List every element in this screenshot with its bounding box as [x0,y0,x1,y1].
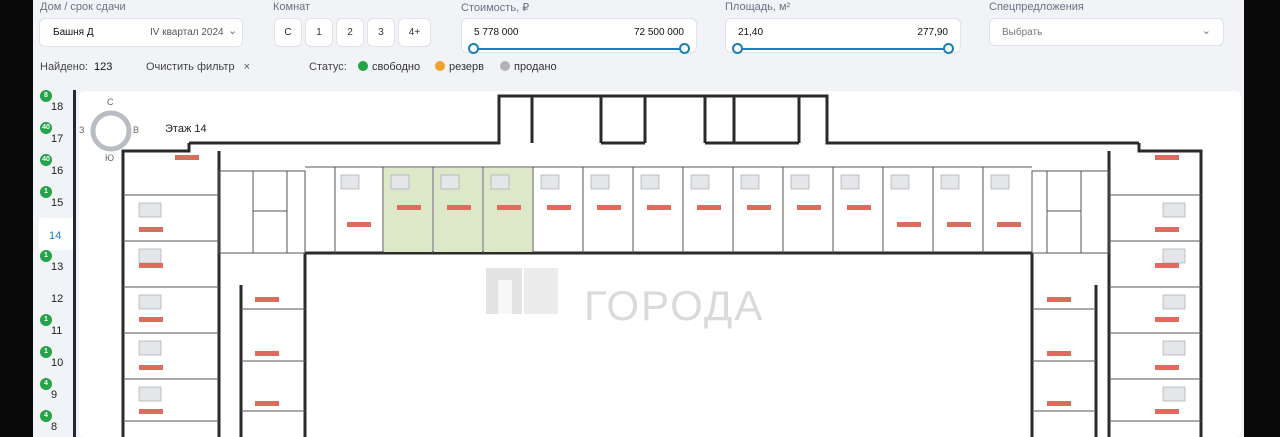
area-max-value: 277,90 [917,27,948,38]
status-reserved-label: резерв [449,61,484,73]
status-dot-sold [500,61,510,71]
floor-plan-drawing [121,94,1203,437]
price-filter-label: Стоимость, ₽ [461,2,530,14]
floor-number: 15 [51,197,64,209]
floor-number: 18 [51,101,64,113]
found-count: 123 [94,61,113,73]
price-max-value: 72 500 000 [633,27,684,38]
house-select[interactable]: Башня Д IV квартал 2024 ⌄ [39,18,243,47]
found-label: Найдено: [40,61,88,73]
rooms-button-2[interactable]: 2 [336,18,364,47]
floor-scroll-rail[interactable] [73,90,76,437]
special-offers-select[interactable]: Выбрать ⌄ [989,18,1224,46]
watermark-text: ГОРОДА [584,282,765,329]
price-max-handle[interactable] [679,43,690,54]
area-min-handle[interactable] [732,43,743,54]
floor-plan-view[interactable]: С З В Ю Этаж 14 ГОРОДА [79,91,1241,437]
clear-filter-button[interactable]: Очистить фильтр × [146,61,250,73]
rooms-filter-label: Комнат [273,1,311,13]
compass-south-label: Ю [105,153,115,163]
floor-item-18[interactable]: 8 18 [39,90,73,122]
special-offers-placeholder: Выбрать [1002,27,1043,38]
floor-navigation: 8 18 40 17 40 16 1 15 14 1 13 12 1 11 1 … [39,90,73,437]
compass-west-label: З [79,125,85,135]
floor-number: 16 [51,165,64,177]
app-window: Дом / срок сдачи Комнат Стоимость, ₽ Пло… [33,0,1244,437]
area-filter-label: Площадь, м² [725,1,791,13]
floor-item-11[interactable]: 1 11 [39,314,73,346]
floor-item-16[interactable]: 40 16 [39,154,73,186]
rooms-button-studio[interactable]: С [274,18,302,47]
floor-item-12[interactable]: 12 [39,282,73,314]
area-range-slider[interactable]: 21,40 277,90 [725,18,961,54]
price-range-slider[interactable]: 5 778 000 72 500 000 [461,18,697,54]
floor-item-13[interactable]: 1 13 [39,250,73,282]
rooms-button-1[interactable]: 1 [305,18,333,47]
floor-item-17[interactable]: 40 17 [39,122,73,154]
floor-number: 11 [51,325,63,337]
floor-item-8[interactable]: 4 8 [39,410,73,437]
house-period: IV квартал 2024 [150,27,224,38]
close-icon: × [243,61,251,73]
status-sold-label: продано [514,61,557,73]
status-legend-reserved: резерв [435,61,484,73]
floor-item-10[interactable]: 1 10 [39,346,73,378]
watermark-logo: ГОРОДА [484,266,762,329]
floor-item-15[interactable]: 1 15 [39,186,73,218]
status-dot-free [358,61,368,71]
clear-filter-label: Очистить фильтр [146,61,235,73]
logo-mark-icon [486,268,558,314]
floor-item-9[interactable]: 4 9 [39,378,73,410]
area-max-handle[interactable] [943,43,954,54]
rooms-button-4plus[interactable]: 4+ [398,18,431,47]
status-label: Статус: [309,61,347,73]
compass-north-label: С [107,97,114,107]
price-range-track [472,48,686,50]
area-range-track [736,48,950,50]
status-legend-free: свободно [358,61,420,73]
floor-title: Этаж 14 [165,123,207,135]
floor-number: 17 [51,133,64,145]
price-min-value: 5 778 000 [474,27,519,38]
floor-number: 14 [49,230,62,242]
floor-number: 8 [51,421,58,433]
status-legend-sold: продано [500,61,557,73]
chevron-down-icon: ⌄ [1201,25,1211,37]
floor-number: 13 [51,261,64,273]
status-free-label: свободно [372,61,421,73]
compass-widget: С З В Ю [79,95,141,163]
chevron-down-icon: ⌄ [228,25,238,37]
house-name: Башня Д [53,27,94,38]
rooms-button-3[interactable]: 3 [367,18,395,47]
house-filter-label: Дом / срок сдачи [40,1,126,13]
floor-number: 10 [51,357,64,369]
compass-east-label: В [133,125,140,135]
area-min-value: 21,40 [738,27,764,38]
status-dot-reserved [435,61,445,71]
price-min-handle[interactable] [468,43,479,54]
floor-item-14-active[interactable]: 14 [39,218,73,250]
floor-number: 9 [51,389,58,401]
floor-number: 12 [51,293,64,305]
special-filter-label: Спецпредложения [989,1,1084,13]
